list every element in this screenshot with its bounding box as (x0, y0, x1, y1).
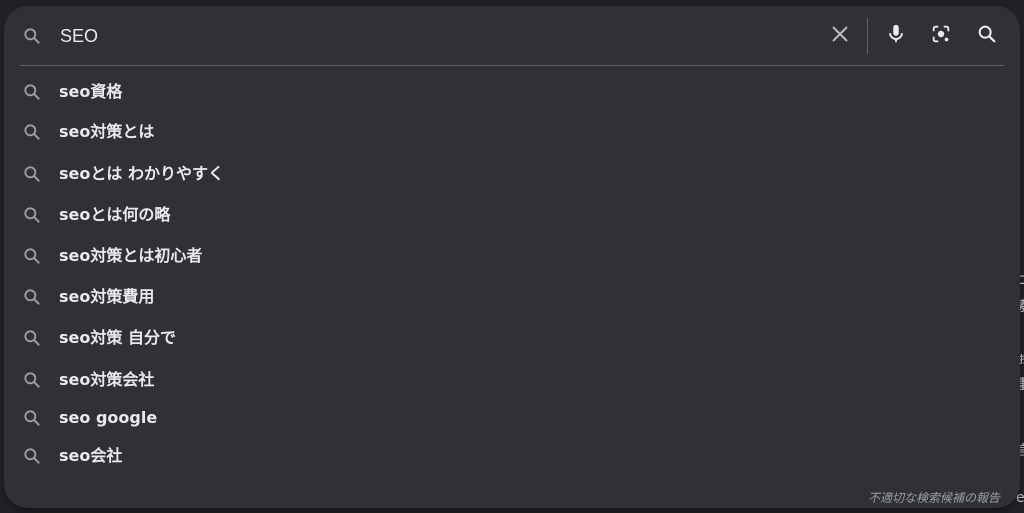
search-icon (22, 82, 42, 102)
suggestion-text: seo対策とは (59, 122, 155, 141)
suggestion-item[interactable]: seoとは わかりやすく (4, 156, 1020, 192)
voice-search-button[interactable] (882, 22, 910, 50)
search-icon (22, 122, 42, 142)
toolbar-divider (867, 18, 868, 54)
search-input[interactable] (60, 22, 800, 50)
suggestion-text: seo対策費用 (59, 287, 155, 306)
suggestion-text: seo対策会社 (59, 370, 155, 389)
suggestion-text: seo資格 (59, 82, 123, 101)
suggestion-text: seo会社 (59, 446, 123, 465)
search-bar (4, 6, 1020, 66)
suggestion-text: seo google (59, 408, 158, 427)
search-submit-button[interactable] (973, 22, 1001, 50)
clear-search-button[interactable] (826, 22, 854, 50)
suggestion-item[interactable]: seo会社 (4, 438, 1020, 474)
search-icon (22, 287, 42, 307)
suggestion-item[interactable]: seo対策とは初心者 (4, 238, 1020, 274)
suggestion-text: seo対策とは初心者 (59, 246, 203, 265)
search-icon (22, 26, 42, 46)
search-icon (22, 408, 42, 428)
microphone-icon (885, 23, 907, 49)
search-icon (22, 164, 42, 184)
suggestion-text: seoとは わかりやすく (59, 164, 224, 183)
search-icon (22, 328, 42, 348)
suggestion-item[interactable]: seo google (4, 400, 1020, 436)
suggestion-item[interactable]: seo対策会社 (4, 362, 1020, 398)
search-icon (976, 23, 998, 49)
suggestion-text: seo対策 自分で (59, 328, 176, 347)
close-icon (829, 23, 851, 49)
camera-lens-icon (930, 23, 952, 49)
search-icon (22, 246, 42, 266)
report-suggestions-link[interactable]: 不適切な検索候補の報告 (868, 489, 1000, 506)
image-search-button[interactable] (927, 22, 955, 50)
suggestion-item[interactable]: seo資格 (4, 74, 1020, 110)
search-icon (22, 370, 42, 390)
search-icon (22, 446, 42, 466)
suggestion-item[interactable]: seo対策 自分で (4, 320, 1020, 356)
suggestion-item[interactable]: seoとは何の略 (4, 197, 1020, 233)
search-suggestions-panel: seo資格 seo対策とは seoとは わかりやすく seoとは何の略 seo対… (4, 6, 1020, 508)
suggestion-item[interactable]: seo対策とは (4, 114, 1020, 150)
suggestion-item[interactable]: seo対策費用 (4, 279, 1020, 315)
search-divider (20, 65, 1004, 66)
suggestion-text: seoとは何の略 (59, 205, 171, 224)
search-icon (22, 205, 42, 225)
